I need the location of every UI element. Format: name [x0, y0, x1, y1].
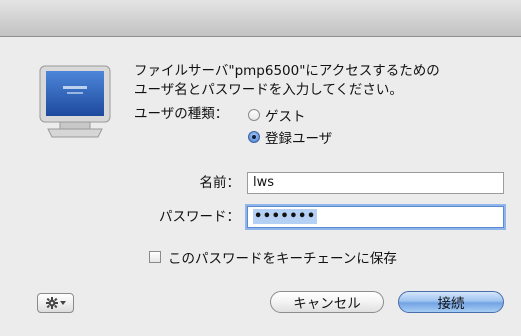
radio-guest[interactable]: ゲスト [248, 105, 306, 125]
save-password-checkbox[interactable] [149, 251, 161, 263]
save-password-label: このパスワードをキーチェーンに保存 [168, 251, 397, 267]
radio-guest-button[interactable] [248, 108, 260, 121]
name-field[interactable]: lws [247, 172, 504, 194]
radio-registered-user-label: 登録ユーザ [265, 130, 333, 147]
chevron-down-icon [59, 301, 66, 305]
cancel-button[interactable]: キャンセル [270, 291, 384, 313]
connect-button[interactable]: 接続 [398, 291, 504, 313]
action-menu-button[interactable] [37, 293, 74, 313]
user-type-label: ユーザの種類： [134, 106, 229, 122]
password-field[interactable]: ••••••• [247, 206, 504, 228]
gear-icon [45, 297, 58, 309]
dialog-message: ファイルサーバ"pmp6500"にアクセスするための ユーザ名とパスワードを入力… [134, 63, 440, 98]
password-label: パスワード： [159, 209, 240, 225]
name-label: 名前： [199, 175, 241, 191]
file-server-monitor-icon [39, 65, 111, 138]
radio-registered-user[interactable]: 登録ユーザ [248, 127, 333, 147]
window-titlebar [0, 0, 521, 37]
save-password-option[interactable]: このパスワードをキーチェーンに保存 [149, 249, 397, 267]
radio-registered-user-button[interactable] [248, 130, 260, 143]
radio-guest-label: ゲスト [265, 108, 306, 125]
password-value: ••••••• [253, 209, 317, 224]
login-dialog: ファイルサーバ"pmp6500"にアクセスするための ユーザ名とパスワードを入力… [0, 37, 521, 336]
